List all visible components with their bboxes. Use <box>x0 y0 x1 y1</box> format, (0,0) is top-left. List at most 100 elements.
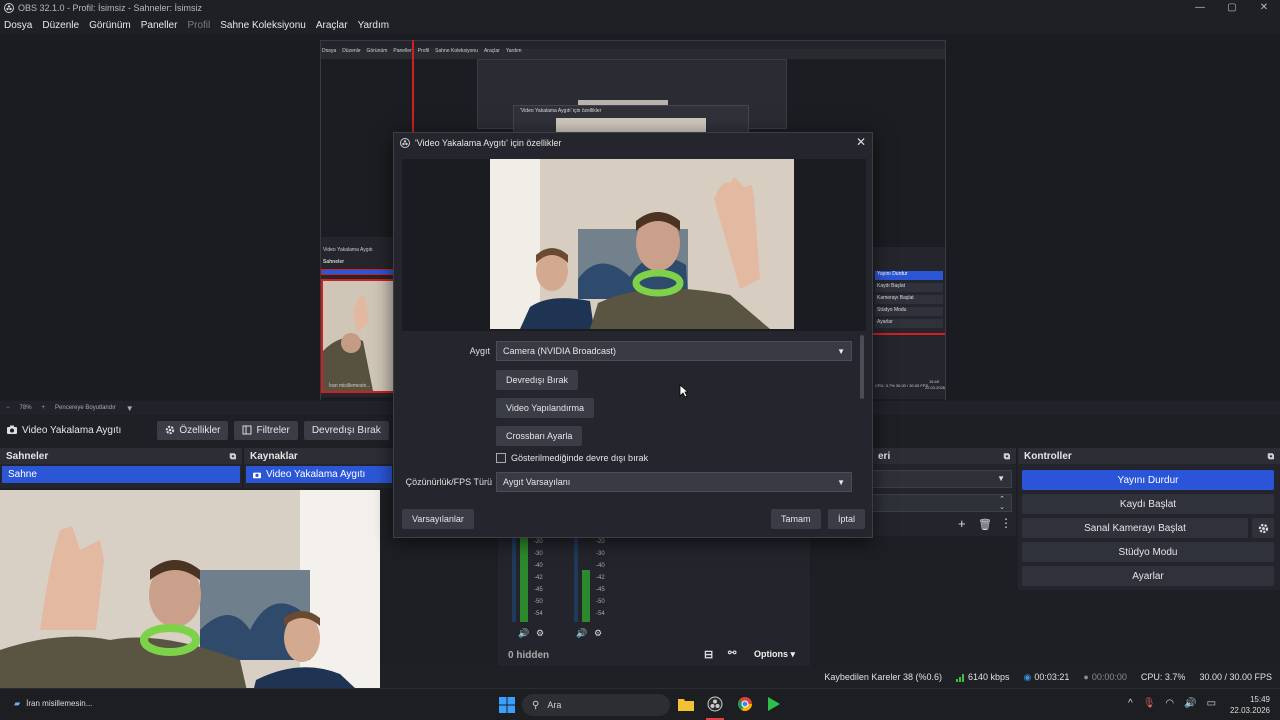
webcam-image <box>0 490 380 704</box>
transitions-title: eri <box>878 450 891 462</box>
taskbar-search[interactable]: ⚲ Ara <box>522 694 670 716</box>
scenes-dock: Sahneler ⧉ Sahne <box>0 448 242 488</box>
deactivate-hidden-checkbox[interactable]: Gösterilmediğinde devre dışı bırak <box>496 453 648 463</box>
clock[interactable]: 15:49 22.03.2026 <box>1230 694 1270 716</box>
device-select[interactable]: Camera (NVIDIA Broadcast) ▼ <box>496 341 852 361</box>
gear-icon[interactable]: ⚙ <box>536 628 544 639</box>
dialog-titlebar: 'Video Yakalama Aygıtı' için özellikler <box>394 133 872 153</box>
start-recording-button[interactable]: Kaydı Başlat <box>1022 494 1274 514</box>
nested-menu-item: Dosya <box>322 48 337 54</box>
filters-button[interactable]: Filtreler <box>234 420 298 440</box>
more-icon[interactable]: ⋮ <box>1000 516 1012 530</box>
clock-time: 15:49 <box>1249 695 1270 704</box>
deactivate-button[interactable]: Devredışı Bırak <box>303 420 389 440</box>
record-timer: ● 00:00:00 <box>1083 672 1127 682</box>
window-titlebar: OBS 32.1.0 - Profil: İsimsiz - Sahneler:… <box>0 0 1280 16</box>
crossbar-button[interactable]: Crossbarı Ayarla <box>496 426 583 446</box>
settings-button[interactable]: Ayarlar <box>1022 566 1274 586</box>
battery-icon[interactable]: ▭ <box>1207 698 1216 709</box>
properties-button[interactable]: Özellikler <box>157 420 229 440</box>
nested-right-panel: Yayını Durdur Kaydı Başlat Kamerayı Başl… <box>873 247 945 399</box>
close-button[interactable]: ✕ <box>1248 0 1280 16</box>
stepper-icon[interactable]: ⌃ ⌄ <box>999 495 1005 511</box>
windows-start-icon[interactable] <box>499 697 515 713</box>
deactivate-device-button[interactable]: Devredışı Bırak <box>496 370 579 390</box>
start-virtual-camera-button[interactable]: Sanal Kamerayı Başlat <box>1022 518 1248 538</box>
source-name-label: Video Yakalama Aygıtı <box>22 424 122 436</box>
gear-icon <box>1258 523 1268 533</box>
menu-view[interactable]: Görünüm <box>89 20 131 31</box>
filters-label: Filtreler <box>256 424 290 436</box>
undock-icon[interactable]: ⧉ <box>230 451 236 462</box>
webcam-overlay <box>0 490 380 704</box>
menu-file[interactable]: Dosya <box>4 20 32 31</box>
fit-window-button[interactable]: Pencereye Boyutlandır <box>55 405 116 411</box>
transition-duration[interactable]: ⌃ ⌄ <box>872 494 1012 512</box>
maximize-button[interactable]: ▢ <box>1216 0 1248 16</box>
video-config-button[interactable]: Video Yapılandırma <box>496 398 595 418</box>
clock-date: 22.03.2026 <box>1229 706 1270 715</box>
source-item[interactable]: Video Yakalama Aygıtı <box>246 466 392 483</box>
trash-icon[interactable]: 🗑 <box>978 518 992 531</box>
window-controls: — ▢ ✕ <box>1184 0 1280 16</box>
resolution-type-label: Çözünürlük/FPS Türü <box>405 477 492 487</box>
signal-icon <box>955 673 964 682</box>
minimize-button[interactable]: — <box>1184 0 1216 16</box>
studio-mode-button[interactable]: Stüdyo Modu <box>1022 542 1274 562</box>
menu-scene-collection[interactable]: Sahne Koleksiyonu <box>220 20 306 31</box>
device-value: Camera (NVIDIA Broadcast) <box>503 346 617 356</box>
chevron-up-icon[interactable]: ^ <box>1128 698 1133 709</box>
nested-menu-item: Araçlar <box>483 48 500 54</box>
zoom-in-button[interactable]: + <box>42 405 46 411</box>
resolution-type-select[interactable]: Aygıt Varsayılanı ▼ <box>496 472 852 492</box>
nested-dialog: 'Video Yakalama Aygıtı' için özellikler <box>513 105 749 136</box>
dialog-preview <box>402 159 866 331</box>
dialog-scrollbar[interactable] <box>860 335 864 399</box>
news-widget[interactable]: ▰ İran misillemesin... <box>14 699 92 708</box>
add-icon[interactable]: + <box>958 516 966 531</box>
options-button[interactable]: Options ▾ <box>754 649 795 660</box>
microphone-icon[interactable]: 🎙 <box>1143 698 1156 709</box>
defaults-button[interactable]: Varsayılanlar <box>402 509 474 529</box>
chrome-icon[interactable] <box>737 696 753 712</box>
folder-icon[interactable] <box>678 697 694 711</box>
link-icon[interactable]: ⚯ <box>728 648 736 659</box>
checkbox-label: Gösterilmediğinde devre dışı bırak <box>511 453 649 463</box>
menu-tools[interactable]: Araçlar <box>316 20 348 31</box>
source-name: Video Yakalama Aygıtı <box>6 425 121 436</box>
menu-help[interactable]: Yardım <box>358 20 390 31</box>
speaker-icon[interactable]: 🔊 <box>518 628 529 639</box>
undock-icon[interactable]: ⧉ <box>1004 451 1010 462</box>
menu-docks[interactable]: Paneller <box>141 20 178 31</box>
stop-stream-button[interactable]: Yayını Durdur <box>1022 470 1274 490</box>
menu-profile[interactable]: Profil <box>187 20 210 31</box>
obs-app-icon[interactable] <box>707 696 723 712</box>
undock-icon[interactable]: ⧉ <box>1268 451 1274 462</box>
taskbar: ▰ İran misillemesin... ⚲ Ara ^ 🎙 ◠ 🔊 ▭ 1… <box>0 688 1280 720</box>
cancel-button[interactable]: İptal <box>828 509 866 529</box>
ok-button[interactable]: Tamam <box>771 509 821 529</box>
nested-scene-selected <box>321 269 395 275</box>
zoom-out-button[interactable]: − <box>6 405 10 411</box>
nested-menu-item: Yardım <box>505 48 522 54</box>
virtual-camera-settings-button[interactable] <box>1252 518 1274 538</box>
speaker-icon[interactable]: 🔊 <box>576 628 587 639</box>
volume-icon[interactable]: 🔊 <box>1184 698 1196 709</box>
layout-icon[interactable]: ⊟ <box>704 648 713 661</box>
menu-edit[interactable]: Düzenle <box>42 20 79 31</box>
transition-select[interactable]: ▼ <box>872 470 1012 488</box>
controls-dock: Kontroller ⧉ Yayını Durdur Kaydı Başlat … <box>1018 448 1280 590</box>
nested-ctl-0: Yayını Durdur <box>875 271 943 280</box>
checkbox[interactable] <box>496 453 506 463</box>
wifi-icon[interactable]: ◠ <box>1165 698 1174 709</box>
stream-icon: ◉ <box>1023 671 1032 682</box>
gear-icon[interactable]: ⚙ <box>594 628 602 639</box>
scene-item[interactable]: Sahne <box>2 466 240 483</box>
properties-label: Özellikler <box>179 424 221 436</box>
close-icon[interactable]: ✕ <box>856 135 866 149</box>
chevron-down-icon[interactable]: ▼ <box>126 404 134 413</box>
search-placeholder: Ara <box>547 700 562 710</box>
nested-ctl-1: Kaydı Başlat <box>875 283 943 292</box>
terminal-app-icon[interactable] <box>767 696 781 712</box>
dropped-frames: Kaybedilen Kareler 38 (%0.6) <box>824 672 942 682</box>
